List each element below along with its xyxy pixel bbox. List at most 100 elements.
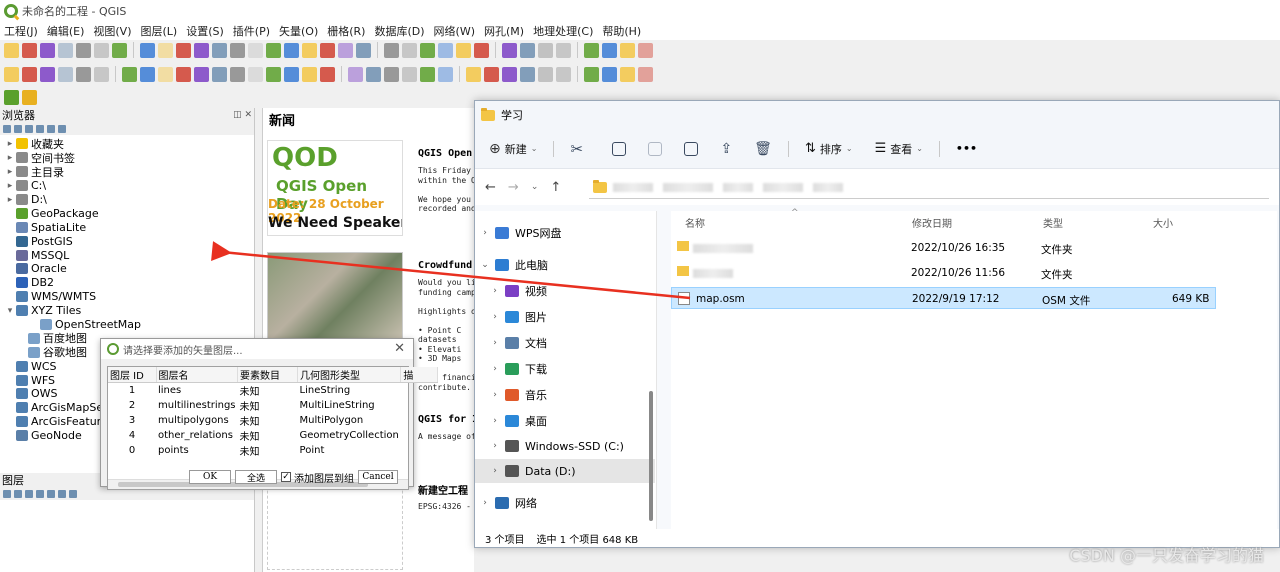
toolbar-tool-icon[interactable] xyxy=(58,42,73,58)
nav-item[interactable]: › 下载 xyxy=(475,357,655,381)
back-icon[interactable]: ← xyxy=(485,180,496,195)
expand-arrow-icon[interactable]: ▾ xyxy=(4,306,16,316)
expand-arrow-icon[interactable]: ▸ xyxy=(4,153,16,163)
toolbar-tool-icon[interactable] xyxy=(58,66,73,82)
toolbar-tool-icon[interactable] xyxy=(484,66,499,82)
browser-item[interactable]: WMS/WMTS xyxy=(0,290,254,304)
remove-icon[interactable] xyxy=(69,489,77,498)
toolbar-tool-icon[interactable] xyxy=(248,66,263,82)
more-button[interactable]: ••• xyxy=(956,142,977,155)
table-row[interactable]: 0 points 未知 Point xyxy=(108,443,438,458)
expand-chevron-icon[interactable]: › xyxy=(485,338,505,348)
add-icon[interactable] xyxy=(3,124,11,133)
nav-item[interactable]: › Windows-SSD (C:) xyxy=(475,434,655,458)
toolbar-tool-icon[interactable] xyxy=(620,66,635,82)
collapse-icon[interactable] xyxy=(36,124,44,133)
toolbar-tool-icon[interactable] xyxy=(520,42,535,58)
column-header[interactable]: 要素数目 xyxy=(237,367,299,383)
news-thumbnail-map[interactable] xyxy=(267,252,403,342)
cancel-button[interactable]: Cancel xyxy=(358,470,398,484)
nav-item[interactable]: ⌄ 此电脑 xyxy=(475,253,655,277)
toolbar-tool-icon[interactable] xyxy=(94,66,109,82)
column-header-size[interactable]: 大小 xyxy=(1153,215,1173,230)
nav-item[interactable]: › WPS网盘 xyxy=(475,221,655,245)
toolbar-tool-icon[interactable] xyxy=(176,66,191,82)
table-row[interactable]: 2 multilinestrings 未知 MultiLineString xyxy=(108,398,438,413)
toolbar-tool-icon[interactable] xyxy=(22,66,37,82)
info-icon[interactable] xyxy=(58,124,66,133)
recent-chevron-icon[interactable]: ⌄ xyxy=(531,182,539,192)
add-to-group-checkbox[interactable]: ✓ xyxy=(281,472,291,482)
rename-icon[interactable] xyxy=(684,141,699,156)
toolbar-tool-icon[interactable] xyxy=(266,66,281,82)
toolbar-tool-icon[interactable] xyxy=(502,42,517,58)
address-bar[interactable] xyxy=(589,177,1269,199)
menu-item[interactable]: 矢量(O) xyxy=(279,23,318,39)
toolbar-tool-icon[interactable] xyxy=(438,42,453,58)
trash-icon[interactable]: 🗑 xyxy=(754,141,772,157)
toolbar-tool-icon[interactable] xyxy=(638,42,653,58)
toolbar-tool-icon[interactable] xyxy=(438,66,453,82)
column-header[interactable]: 几何图形类型 xyxy=(297,367,402,383)
up-icon[interactable]: ↑ xyxy=(550,180,561,195)
file-row[interactable]: map.osm 2022/9/19 17:12 OSM 文件 649 KB xyxy=(671,287,1216,309)
nav-scrollbar[interactable] xyxy=(649,391,653,521)
toolbar-tool-icon[interactable] xyxy=(302,42,317,58)
toolbar-tool-icon[interactable] xyxy=(230,42,245,58)
expand-arrow-icon[interactable]: ▸ xyxy=(4,195,16,205)
nav-item[interactable]: › 网络 xyxy=(475,491,655,515)
select-all-button[interactable]: 全选 xyxy=(235,470,277,484)
expand-chevron-icon[interactable]: › xyxy=(485,466,505,476)
toolbar-tool-icon[interactable] xyxy=(366,66,381,82)
menu-item[interactable]: 视图(V) xyxy=(93,23,131,39)
toolbar-tool-icon[interactable] xyxy=(320,66,335,82)
nav-item[interactable]: › 文档 xyxy=(475,331,655,355)
ok-button[interactable]: OK xyxy=(189,470,231,484)
browser-item[interactable]: ▾ XYZ Tiles xyxy=(0,304,254,318)
toolbar-tool-icon[interactable] xyxy=(248,42,263,58)
expand-chevron-icon[interactable]: › xyxy=(485,286,505,296)
toolbar-tool-icon[interactable] xyxy=(420,42,435,58)
menu-item[interactable]: 插件(P) xyxy=(233,23,270,39)
share-icon[interactable]: ⇪ xyxy=(720,141,732,157)
toolbar-tool-icon[interactable] xyxy=(76,66,91,82)
toolbar-tool-icon[interactable] xyxy=(348,66,363,82)
news-item-title[interactable]: QGIS Open xyxy=(418,148,472,159)
toolbar-tool-icon[interactable] xyxy=(520,66,535,82)
menu-item[interactable]: 网孔(M) xyxy=(484,23,524,39)
expand-chevron-icon[interactable]: › xyxy=(485,390,505,400)
close-icon[interactable]: ✕ xyxy=(394,341,405,356)
toolbar-tool-icon[interactable] xyxy=(620,42,635,58)
nav-item[interactable]: › 桌面 xyxy=(475,409,655,433)
browser-item[interactable]: GeoPackage xyxy=(0,206,254,220)
toolbar-tool-icon[interactable] xyxy=(338,42,353,58)
toolbar-tool-icon[interactable] xyxy=(584,42,599,58)
nav-item[interactable]: › Data (D:) xyxy=(475,459,655,483)
news-item-title[interactable]: 新建空工程 xyxy=(418,482,468,497)
plugin-icon[interactable] xyxy=(4,89,19,105)
toolbar-tool-icon[interactable] xyxy=(4,66,19,82)
browser-item[interactable]: SpatiaLite xyxy=(0,220,254,234)
browser-item[interactable]: DB2 xyxy=(0,276,254,290)
column-header[interactable]: 描 xyxy=(400,367,438,383)
toolbar-tool-icon[interactable] xyxy=(384,66,399,82)
toolbar-tool-icon[interactable] xyxy=(140,42,155,58)
table-row[interactable]: 3 multipolygons 未知 MultiPolygon xyxy=(108,413,438,428)
expand-arrow-icon[interactable]: ▸ xyxy=(4,139,16,149)
toolbar-tool-icon[interactable] xyxy=(402,66,417,82)
toolbar-tool-icon[interactable] xyxy=(158,66,173,82)
eye-icon[interactable] xyxy=(25,489,33,498)
toolbar-tool-icon[interactable] xyxy=(384,42,399,58)
column-header[interactable]: 图层名 xyxy=(156,367,239,383)
expand-chevron-icon[interactable]: › xyxy=(485,416,505,426)
toolbar-tool-icon[interactable] xyxy=(212,66,227,82)
copy-icon[interactable] xyxy=(612,141,627,156)
nav-item[interactable]: › 音乐 xyxy=(475,383,655,407)
toolbar-tool-icon[interactable] xyxy=(212,42,227,58)
browser-item[interactable]: MSSQL xyxy=(0,248,254,262)
browser-item[interactable]: ▸ 收藏夹 xyxy=(0,137,254,151)
toolbar-tool-icon[interactable] xyxy=(556,66,571,82)
toolbar-tool-icon[interactable] xyxy=(158,42,173,58)
menu-item[interactable]: 工程(J) xyxy=(4,23,38,39)
new-button[interactable]: ⊕ 新建 ⌄ xyxy=(489,141,537,157)
